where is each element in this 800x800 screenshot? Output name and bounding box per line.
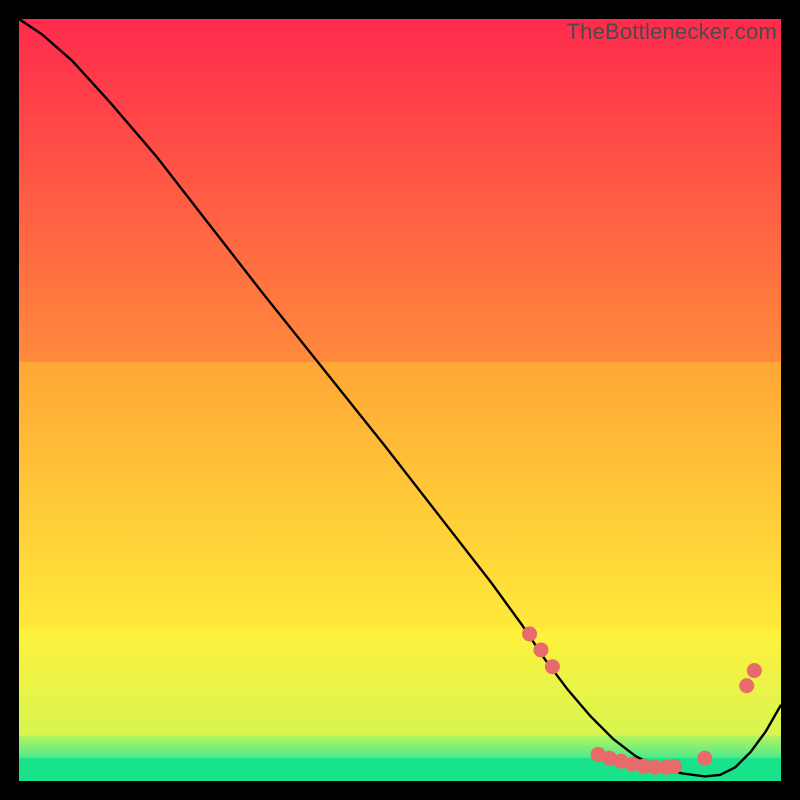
bottleneck-chart bbox=[19, 19, 781, 781]
highlight-point bbox=[522, 626, 537, 641]
highlight-point bbox=[739, 678, 754, 693]
watermark-text: TheBottlenecker.com bbox=[567, 19, 777, 45]
highlight-point bbox=[667, 759, 682, 774]
gradient-background bbox=[19, 19, 781, 781]
highlight-point bbox=[533, 642, 548, 657]
highlight-point bbox=[747, 663, 762, 678]
chart-frame: TheBottlenecker.com bbox=[19, 19, 781, 781]
highlight-point bbox=[697, 751, 712, 766]
highlight-point bbox=[545, 659, 560, 674]
